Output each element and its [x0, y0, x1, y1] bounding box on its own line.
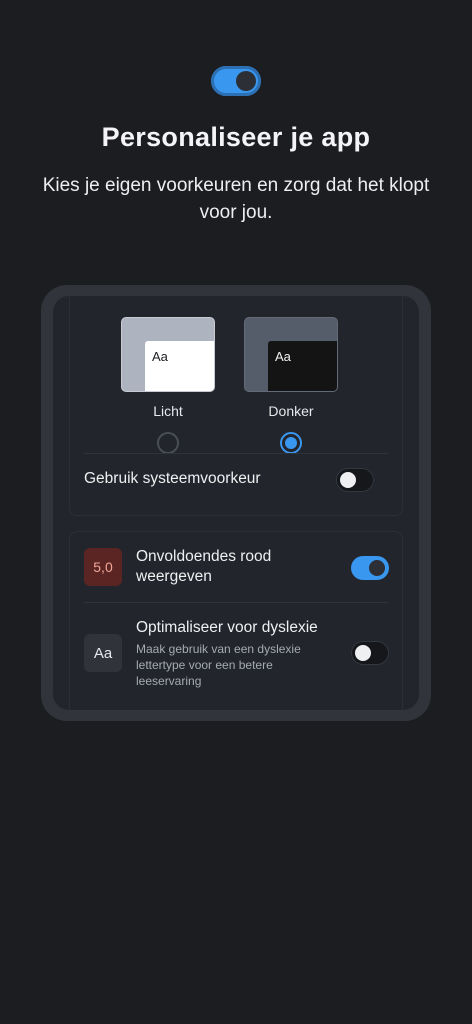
toggle-illustration-icon: [211, 66, 261, 96]
toggle-knob: [236, 71, 256, 91]
theme-option-dark[interactable]: Aa Donker: [244, 317, 338, 454]
settings-preview-frame: Aa Licht Aa Donker Gebruik systeemvoorke…: [41, 285, 431, 721]
toggle-knob: [369, 560, 385, 576]
light-theme-sample: Aa: [145, 341, 214, 391]
theme-option-light[interactable]: Aa Licht: [121, 317, 215, 454]
light-theme-radio[interactable]: [157, 432, 179, 454]
dyslexia-font-icon: Aa: [84, 634, 122, 672]
dyslexia-title: Optimaliseer voor dyslexie: [136, 619, 318, 636]
dark-theme-preview[interactable]: Aa: [244, 317, 338, 392]
toggle-knob: [355, 645, 371, 661]
page-subtitle: Kies je eigen voorkeuren en zorg dat het…: [42, 175, 430, 223]
dyslexia-toggle[interactable]: [351, 641, 389, 665]
dark-theme-radio[interactable]: [280, 432, 302, 454]
toggle-knob: [340, 472, 356, 488]
dyslexia-description: Maak gebruik van een dyslexie lettertype…: [136, 642, 301, 688]
theme-card: Aa Licht Aa Donker Gebruik systeemvoorke…: [69, 296, 403, 516]
settings-preview-screen: Aa Licht Aa Donker Gebruik systeemvoorke…: [53, 296, 419, 710]
divider: [84, 453, 388, 454]
dark-theme-sample: Aa: [268, 341, 337, 391]
page-title: Personaliseer je app: [101, 122, 371, 152]
light-theme-label: Licht: [153, 403, 183, 419]
grade-badge: 5,0: [84, 548, 122, 586]
divider: [84, 602, 388, 603]
system-preference-toggle[interactable]: [336, 468, 374, 492]
dark-theme-label: Donker: [268, 403, 314, 419]
system-preference-label: Gebruik systeemvoorkeur: [84, 470, 261, 487]
red-grades-toggle[interactable]: [351, 556, 389, 580]
light-theme-preview[interactable]: Aa: [121, 317, 215, 392]
red-grades-title: Onvoldoendes rood weergeven: [136, 548, 272, 585]
onboarding-screen: Personaliseer je app Kies je eigen voork…: [0, 0, 472, 1024]
options-card: 5,0 Onvoldoendes rood weergeven Aa Optim…: [69, 531, 403, 710]
